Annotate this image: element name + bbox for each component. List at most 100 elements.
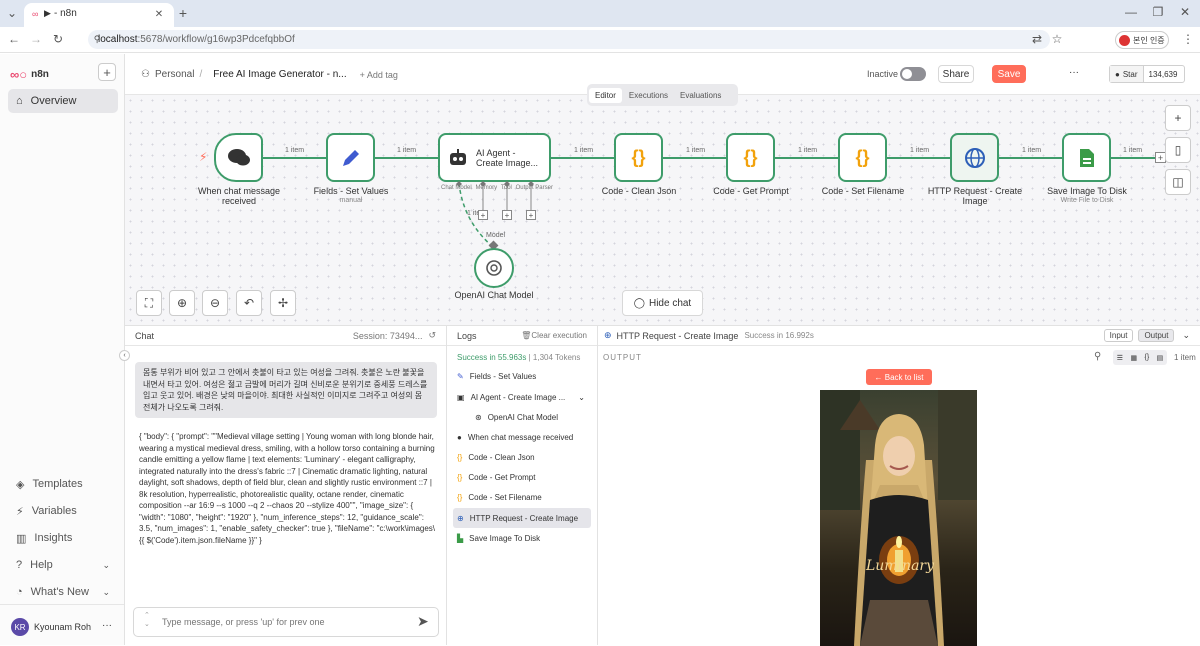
github-star-button[interactable]: ● Star 134,639 (1109, 65, 1185, 83)
node-when-chat-message[interactable] (214, 133, 263, 182)
minimize-icon[interactable]: — (1124, 5, 1138, 19)
table-view-icon[interactable]: ▦ (1130, 354, 1137, 362)
window-close-icon[interactable]: ✕ (1178, 5, 1192, 19)
bookmark-star-icon[interactable]: ☆ (1050, 32, 1064, 46)
chat-message-input[interactable] (162, 614, 402, 630)
log-item[interactable]: ● When chat message received (453, 427, 591, 447)
back-to-list-button[interactable]: ← Back to list (866, 369, 932, 385)
globe-icon: ⊕ (457, 513, 464, 523)
avatar[interactable]: KR (11, 618, 29, 636)
log-item[interactable]: {} Code - Get Prompt (453, 467, 591, 487)
tab-close-icon[interactable]: ✕ (152, 7, 166, 21)
log-item[interactable]: ⊛ OpenAI Chat Model (453, 407, 591, 427)
chevron-down-icon[interactable]: ⌄ (578, 393, 585, 402)
node-code-get-prompt[interactable]: {} (726, 133, 775, 182)
output-tab[interactable]: Output (1138, 329, 1175, 342)
forward-icon[interactable]: → (28, 31, 44, 47)
more-options-icon[interactable]: ··· (1069, 67, 1079, 78)
node-code-set-filename[interactable]: {} (838, 133, 887, 182)
node-openai-chat-model[interactable] (474, 248, 514, 288)
n8n-logo[interactable]: ∞○ n8n (10, 67, 49, 82)
browser-tab[interactable]: ∞ ▶ - n8n ✕ (24, 3, 174, 27)
log-item-label: HTTP Request - Create Image (469, 513, 579, 523)
breadcrumb-project[interactable]: Personal (155, 69, 194, 80)
log-item-selected[interactable]: ⊕ HTTP Request - Create Image (453, 508, 591, 528)
add-node-button[interactable]: + (1165, 105, 1191, 131)
new-tab-icon[interactable]: + (176, 5, 190, 21)
edge-label: 1 item (910, 147, 930, 154)
collapse-panel-icon[interactable]: ⌄ (1182, 330, 1190, 341)
profile-button[interactable]: 본인 인증 (1115, 31, 1169, 49)
log-item[interactable]: ▙ Save Image To Disk (453, 528, 591, 548)
collapse-sidebar-icon[interactable]: ‹ (119, 350, 130, 361)
user-menu-icon[interactable]: ··· (102, 620, 112, 631)
tab-executions[interactable]: Executions (624, 88, 673, 103)
tab-list-icon[interactable]: ⌄ (4, 5, 20, 21)
zoom-in-button[interactable]: ⊕ (169, 290, 195, 316)
search-icon[interactable]: ⚲ (1094, 351, 1101, 362)
add-parser-plus-icon[interactable]: + (526, 210, 536, 220)
clear-execution-button[interactable]: 🗑Clear execution (521, 331, 587, 340)
save-button[interactable]: Save (992, 65, 1026, 83)
add-tool-plus-icon[interactable]: + (502, 210, 512, 220)
connection-edge[interactable] (886, 157, 952, 159)
workflow-name[interactable]: Free AI Image Generator - n... (213, 69, 346, 80)
share-button[interactable]: Share (938, 65, 974, 83)
input-tab[interactable]: Input (1103, 329, 1134, 342)
create-button[interactable]: + (98, 63, 116, 81)
sticky-note-button[interactable]: ▯ (1165, 137, 1191, 163)
zoom-out-button[interactable]: ⊖ (202, 290, 228, 316)
connection-edge[interactable] (998, 157, 1064, 159)
log-item[interactable]: {} Code - Set Filename (453, 487, 591, 507)
json-view-icon[interactable]: {} (1145, 354, 1150, 361)
sidebar-item-overview[interactable]: ⌂ Overview (8, 89, 118, 113)
node-ai-agent[interactable]: AI Agent - Create Image... (438, 133, 551, 182)
binary-view-icon[interactable]: ▤ (1157, 354, 1164, 362)
sidebar-item-whats-new[interactable]: ◔ What's New ⌄ (8, 580, 118, 604)
hide-chat-button[interactable]: ◯ Hide chat (622, 290, 703, 316)
node-save-image[interactable] (1062, 133, 1111, 182)
connection-edge[interactable] (662, 157, 728, 159)
connection-edge[interactable] (263, 157, 327, 159)
connection-edge[interactable] (375, 157, 439, 159)
log-item[interactable]: {} Code - Clean Json (453, 447, 591, 467)
undo-button[interactable]: ↶ (236, 290, 262, 316)
connection-edge[interactable] (1110, 157, 1158, 159)
maximize-icon[interactable]: ❐ (1151, 5, 1165, 19)
chat-panel: Chat Session: 73494... ↺ 몸통 부위가 비어 있고 그 … (125, 325, 447, 645)
sidebar-item-help[interactable]: ? Help ⌄ (8, 553, 118, 577)
reload-icon[interactable]: ↻ (50, 31, 66, 47)
translate-icon[interactable]: ⇄ (1030, 32, 1044, 46)
log-item[interactable]: ✎ Fields - Set Values (453, 366, 591, 386)
hide-chat-label: Hide chat (648, 297, 692, 309)
sidebar-item-variables[interactable]: ⚡ Variables (8, 499, 118, 523)
tidy-up-button[interactable]: ✢ (270, 290, 296, 316)
send-icon[interactable]: ➤ (417, 613, 429, 630)
panel-toggle-button[interactable]: ◫ (1165, 169, 1191, 195)
back-icon[interactable]: ← (6, 31, 22, 47)
log-item[interactable]: ▣ AI Agent - Create Image ... ⌄ (453, 387, 591, 407)
view-mode-toggle[interactable]: ☰ ▦ {} ▤ (1113, 350, 1167, 365)
chat-bubble-icon: ◯ (633, 297, 645, 309)
node-fields-set-values[interactable] (326, 133, 375, 182)
connection-edge[interactable] (550, 157, 616, 159)
connection-edge[interactable] (774, 157, 840, 159)
history-arrows-icon[interactable]: ⌃ ⌄ (144, 611, 150, 629)
add-memory-plus-icon[interactable]: + (478, 210, 488, 220)
workflow-canvas[interactable]: Editor Executions Evaluations 1 item 1 i… (125, 84, 1200, 325)
schema-view-icon[interactable]: ☰ (1117, 354, 1123, 362)
chevron-down-icon: ⌄ (102, 559, 110, 570)
url-input[interactable]: ⚲ localhost:5678/workflow/g16wp3Pdcefqbb… (88, 30, 1062, 49)
tab-evaluations[interactable]: Evaluations (675, 88, 726, 103)
node-code-clean-json[interactable]: {} (614, 133, 663, 182)
refresh-session-icon[interactable]: ↺ (428, 330, 436, 341)
sidebar-item-insights[interactable]: ▥ Insights (8, 526, 118, 550)
active-toggle[interactable] (900, 67, 926, 81)
browser-menu-icon[interactable]: ⋮ (1180, 31, 1196, 47)
sidebar-item-templates[interactable]: ◈ Templates (8, 472, 118, 496)
fit-view-button[interactable]: ⛶ (136, 290, 162, 316)
tab-editor[interactable]: Editor (589, 87, 622, 103)
add-tag-link[interactable]: + Add tag (360, 70, 398, 80)
star-count: 134,639 (1148, 69, 1178, 79)
node-http-request[interactable] (950, 133, 999, 182)
